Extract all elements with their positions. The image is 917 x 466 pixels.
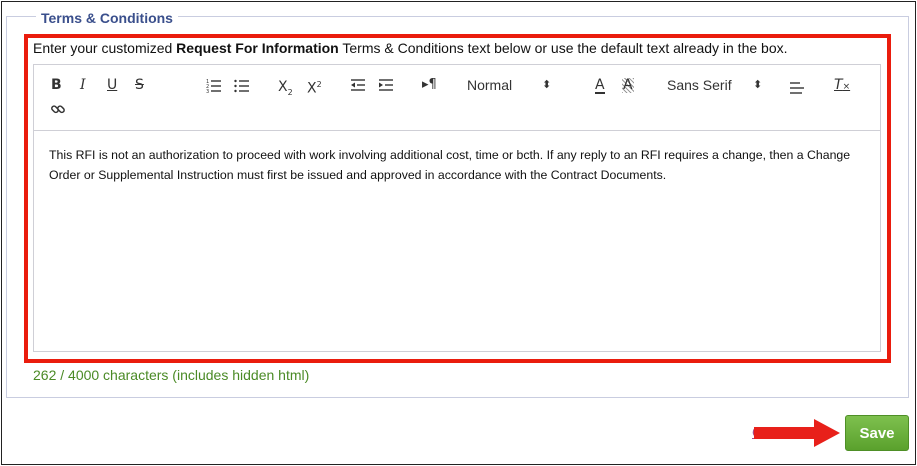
- character-counter: 262 / 4000 characters (includes hidden h…: [33, 367, 310, 383]
- annotation-highlight-box: [24, 34, 891, 363]
- section-legend: Terms & Conditions: [36, 10, 178, 26]
- save-button[interactable]: Save: [845, 415, 909, 451]
- annotation-arrow-icon: [754, 419, 840, 447]
